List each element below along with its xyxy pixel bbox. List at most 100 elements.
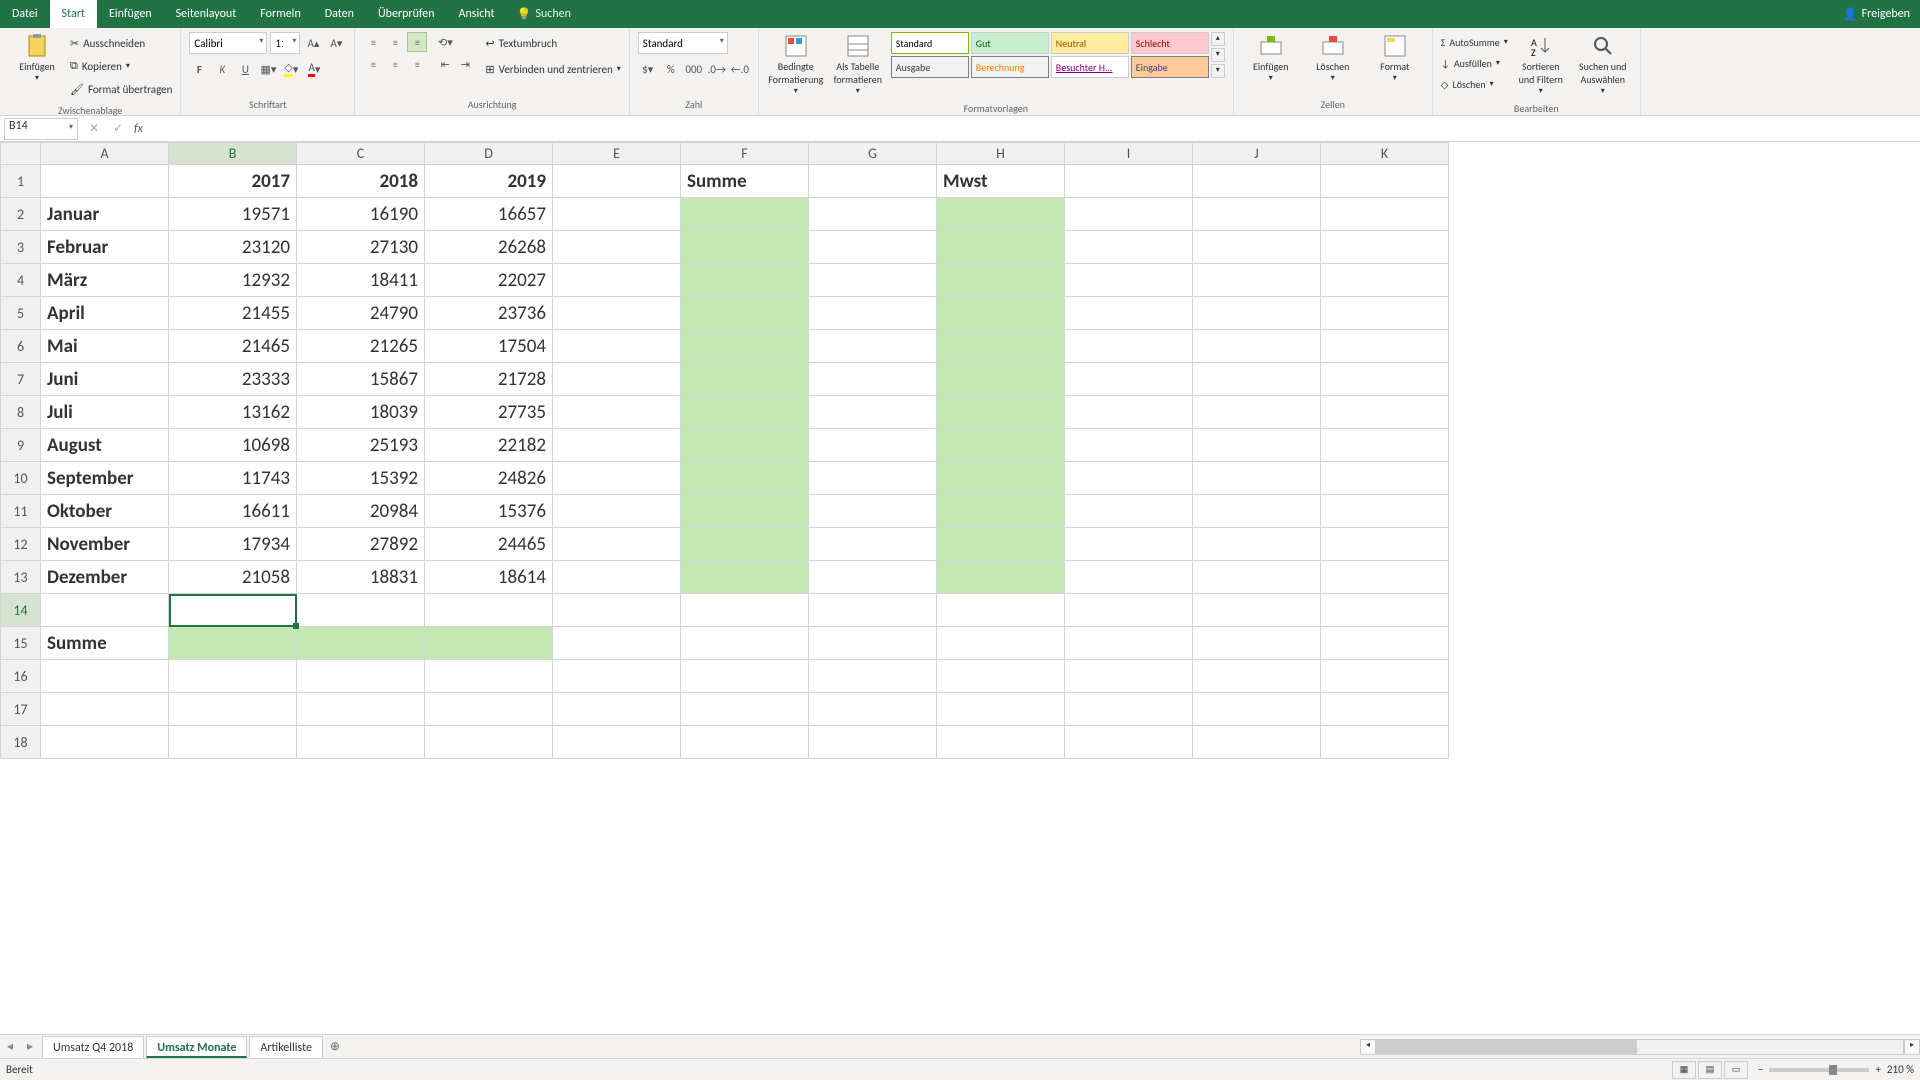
cell-B7[interactable]: 23333 bbox=[169, 363, 297, 396]
cell-J3[interactable] bbox=[1193, 231, 1321, 264]
cell-H1[interactable]: Mwst bbox=[937, 165, 1065, 198]
column-header-A[interactable]: A bbox=[41, 143, 169, 165]
cell-B5[interactable]: 21455 bbox=[169, 297, 297, 330]
cell-F6[interactable] bbox=[681, 330, 809, 363]
cell-G2[interactable] bbox=[809, 198, 937, 231]
zoom-slider[interactable] bbox=[1769, 1068, 1869, 1072]
cell-H12[interactable] bbox=[937, 528, 1065, 561]
column-header-J[interactable]: J bbox=[1193, 143, 1321, 165]
increase-font-button[interactable]: A▴ bbox=[303, 33, 323, 53]
ribbon-tab-einfügen[interactable]: Einfügen bbox=[97, 0, 164, 28]
cell-G18[interactable] bbox=[809, 726, 937, 759]
cell-style-ausgabe[interactable]: Ausgabe bbox=[891, 56, 969, 78]
cell-J11[interactable] bbox=[1193, 495, 1321, 528]
cell-G7[interactable] bbox=[809, 363, 937, 396]
cell-I6[interactable] bbox=[1065, 330, 1193, 363]
cell-H9[interactable] bbox=[937, 429, 1065, 462]
view-page-layout-button[interactable]: ▤ bbox=[1698, 1061, 1722, 1079]
cell-G15[interactable] bbox=[809, 627, 937, 660]
cell-B12[interactable]: 17934 bbox=[169, 528, 297, 561]
cell-E18[interactable] bbox=[553, 726, 681, 759]
find-select-button[interactable]: Suchen und Auswählen▾ bbox=[1574, 32, 1632, 98]
delete-cells-button[interactable]: Löschen▾ bbox=[1304, 32, 1362, 85]
column-header-D[interactable]: D bbox=[425, 143, 553, 165]
cell-C16[interactable] bbox=[297, 660, 425, 693]
cell-F8[interactable] bbox=[681, 396, 809, 429]
cell-style-gut[interactable]: Gut bbox=[971, 32, 1049, 54]
cell-K2[interactable] bbox=[1321, 198, 1449, 231]
font-name-select[interactable] bbox=[189, 32, 267, 54]
cell-B16[interactable] bbox=[169, 660, 297, 693]
cell-I13[interactable] bbox=[1065, 561, 1193, 594]
cell-A3[interactable]: Februar bbox=[41, 231, 169, 264]
format-as-table-button[interactable]: Als Tabelle formatieren▾ bbox=[829, 32, 887, 98]
cell-A2[interactable]: Januar bbox=[41, 198, 169, 231]
sheet-nav-prev-button[interactable]: ◂ bbox=[7, 1039, 13, 1054]
cell-C7[interactable]: 15867 bbox=[297, 363, 425, 396]
cell-F15[interactable] bbox=[681, 627, 809, 660]
add-sheet-button[interactable]: ⊕ bbox=[323, 1039, 347, 1054]
fx-icon[interactable]: fx bbox=[134, 122, 143, 136]
cell-E1[interactable] bbox=[553, 165, 681, 198]
align-bottom-button[interactable]: ≡ bbox=[407, 32, 427, 52]
cell-K8[interactable] bbox=[1321, 396, 1449, 429]
cell-J10[interactable] bbox=[1193, 462, 1321, 495]
cell-I11[interactable] bbox=[1065, 495, 1193, 528]
cell-D8[interactable]: 27735 bbox=[425, 396, 553, 429]
cell-E2[interactable] bbox=[553, 198, 681, 231]
cell-E15[interactable] bbox=[553, 627, 681, 660]
cell-K12[interactable] bbox=[1321, 528, 1449, 561]
cell-B8[interactable]: 13162 bbox=[169, 396, 297, 429]
align-center-button[interactable]: ≡ bbox=[385, 54, 405, 74]
increase-indent-button[interactable]: ⇥ bbox=[455, 54, 475, 74]
cell-H17[interactable] bbox=[937, 693, 1065, 726]
cell-E11[interactable] bbox=[553, 495, 681, 528]
cell-J7[interactable] bbox=[1193, 363, 1321, 396]
cell-F12[interactable] bbox=[681, 528, 809, 561]
cell-I16[interactable] bbox=[1065, 660, 1193, 693]
scroll-track[interactable] bbox=[1376, 1039, 1904, 1055]
cell-E17[interactable] bbox=[553, 693, 681, 726]
cell-E13[interactable] bbox=[553, 561, 681, 594]
cell-F1[interactable]: Summe bbox=[681, 165, 809, 198]
cell-J12[interactable] bbox=[1193, 528, 1321, 561]
cell-G13[interactable] bbox=[809, 561, 937, 594]
cell-C3[interactable]: 27130 bbox=[297, 231, 425, 264]
cell-I14[interactable] bbox=[1065, 594, 1193, 627]
cell-G9[interactable] bbox=[809, 429, 937, 462]
cell-K4[interactable] bbox=[1321, 264, 1449, 297]
cell-A14[interactable] bbox=[41, 594, 169, 627]
percent-format-button[interactable]: % bbox=[661, 59, 681, 79]
cell-H4[interactable] bbox=[937, 264, 1065, 297]
row-header-14[interactable]: 14 bbox=[1, 594, 41, 627]
enter-formula-button[interactable]: ✓ bbox=[106, 121, 130, 136]
cell-K14[interactable] bbox=[1321, 594, 1449, 627]
cell-K9[interactable] bbox=[1321, 429, 1449, 462]
merge-center-button[interactable]: ⊞ Verbinden und zentrieren ▾ bbox=[485, 58, 620, 80]
cell-A17[interactable] bbox=[41, 693, 169, 726]
cell-B13[interactable]: 21058 bbox=[169, 561, 297, 594]
autosum-button[interactable]: ΣAutoSumme▾ bbox=[1441, 32, 1508, 52]
cell-F13[interactable] bbox=[681, 561, 809, 594]
cell-style-besuchter-h-[interactable]: Besuchter H... bbox=[1051, 56, 1129, 78]
cell-I9[interactable] bbox=[1065, 429, 1193, 462]
clear-button[interactable]: ◇Löschen▾ bbox=[1441, 74, 1508, 94]
cell-B18[interactable] bbox=[169, 726, 297, 759]
cell-D12[interactable]: 24465 bbox=[425, 528, 553, 561]
cell-E12[interactable] bbox=[553, 528, 681, 561]
cell-C4[interactable]: 18411 bbox=[297, 264, 425, 297]
cell-F3[interactable] bbox=[681, 231, 809, 264]
cell-D17[interactable] bbox=[425, 693, 553, 726]
zoom-in-button[interactable]: + bbox=[1875, 1063, 1880, 1076]
horizontal-scrollbar[interactable]: ◂ ▸ bbox=[1360, 1039, 1920, 1055]
cell-E3[interactable] bbox=[553, 231, 681, 264]
cell-E7[interactable] bbox=[553, 363, 681, 396]
cell-H18[interactable] bbox=[937, 726, 1065, 759]
cell-K17[interactable] bbox=[1321, 693, 1449, 726]
format-cells-button[interactable]: Format▾ bbox=[1366, 32, 1424, 85]
cell-A16[interactable] bbox=[41, 660, 169, 693]
cell-K16[interactable] bbox=[1321, 660, 1449, 693]
cell-I2[interactable] bbox=[1065, 198, 1193, 231]
sheet-tab-artikelliste[interactable]: Artikelliste bbox=[249, 1036, 323, 1058]
cell-A11[interactable]: Oktober bbox=[41, 495, 169, 528]
